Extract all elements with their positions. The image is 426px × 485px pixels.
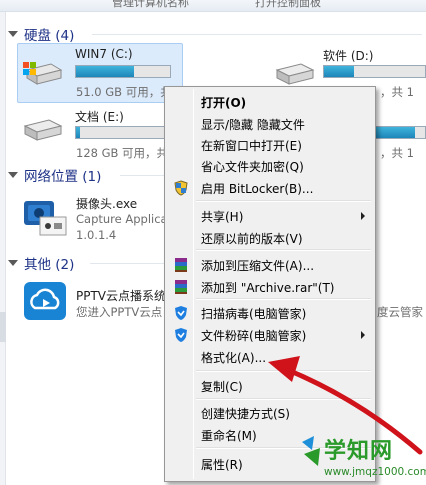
- menu-item-label: 打开(O): [201, 96, 247, 110]
- item-subtitle: Capture Applica: [76, 212, 168, 226]
- menu-item-label: 格式化(A)...: [201, 351, 267, 365]
- menu-item-label: 启用 BitLocker(B)...: [201, 182, 314, 196]
- menu-separator: [196, 249, 371, 251]
- collapse-triangle-icon[interactable]: [8, 172, 18, 178]
- watermark: 学知网 www.jmqz1000.com: [300, 430, 426, 485]
- group-divider: [120, 175, 164, 176]
- hard-drive-icon: [21, 116, 65, 147]
- drive-name: WIN7 (C:): [75, 47, 133, 61]
- drive-free-space: ，共 1: [380, 85, 414, 99]
- uac-shield-icon: [173, 180, 189, 196]
- context-menu: 打开(O) 显示/隐藏 隐藏文件 在新窗口中打开(E) 省心文件夹加密(Q) 启用 Bi…: [164, 86, 376, 482]
- menu-item-0[interactable]: 打开(O): [167, 91, 373, 113]
- group-title: 网络位置 (1): [24, 169, 102, 185]
- item-title: PPTV云点播系统: [76, 289, 167, 303]
- winrar-icon: [173, 279, 189, 295]
- tencent-shield-icon: [173, 305, 189, 321]
- group-title: 硬盘 (4): [24, 28, 75, 44]
- toolbar-item-control-panel[interactable]: 打开控制面板: [255, 0, 321, 10]
- menu-separator: [196, 398, 371, 400]
- menu-item-label: 在新窗口中打开(E): [201, 139, 302, 153]
- menu-item-label: 扫描病毒(电脑管家): [201, 307, 307, 321]
- menu-item-6[interactable]: 共享(H): [167, 205, 373, 227]
- menu-item-label: 复制(C): [201, 380, 243, 394]
- menu-item-label: 省心文件夹加密(Q): [201, 160, 304, 174]
- drive-name: 文档 (E:): [75, 110, 124, 124]
- menu-separator: [196, 370, 371, 372]
- drive-usage-bar: [75, 65, 171, 78]
- group-title: 其他 (2): [24, 257, 75, 273]
- menu-item-label: 添加到压缩文件(A)...: [201, 259, 315, 273]
- group-header-hard-disks[interactable]: 硬盘 (4): [8, 25, 75, 44]
- menu-item-18[interactable]: 创建快捷方式(S): [167, 402, 373, 424]
- menu-item-9[interactable]: 添加到压缩文件(A)...: [167, 254, 373, 276]
- submenu-arrow-icon: [361, 212, 365, 220]
- winrar-icon: [173, 257, 189, 273]
- collapse-triangle-icon[interactable]: [8, 31, 18, 37]
- drive-name: 软件 (D:): [323, 49, 374, 63]
- drive-usage-bar: [75, 126, 171, 139]
- menu-item-label: 重命名(M): [201, 429, 257, 443]
- menu-item-7[interactable]: 还原以前的版本(V): [167, 227, 373, 249]
- menu-item-12[interactable]: 扫描病毒(电脑管家): [167, 302, 373, 324]
- camera-app-icon: [22, 195, 70, 240]
- menu-item-label: 创建快捷方式(S): [201, 407, 290, 421]
- top-toolbar: 管理计算机名称 打开控制面板: [0, 0, 426, 12]
- menu-item-label: 还原以前的版本(V): [201, 232, 303, 246]
- pptv-cloud-icon: [24, 282, 66, 323]
- menu-item-1[interactable]: 显示/隐藏 隐藏文件: [167, 113, 373, 135]
- watermark-url: www.jmqz1000.com: [324, 466, 426, 478]
- windows-drive-icon: [21, 56, 65, 93]
- toolbar-item-system-properties[interactable]: 管理计算机名称: [112, 0, 189, 10]
- navigation-pane-edge: [0, 12, 6, 485]
- menu-item-label: 共享(H): [201, 210, 244, 224]
- group-divider: [92, 34, 422, 35]
- item-subtitle: 度云管家: [377, 305, 423, 319]
- watermark-logo-icon: [302, 436, 320, 466]
- group-divider: [90, 263, 164, 264]
- group-header-other[interactable]: 其他 (2): [8, 254, 75, 273]
- drive-free-space: ，共 1: [380, 146, 414, 160]
- menu-item-13[interactable]: 文件粉碎(电脑管家): [167, 324, 373, 346]
- menu-item-label: 添加到 "Archive.rar"(T): [201, 281, 335, 295]
- menu-item-4[interactable]: 启用 BitLocker(B)...: [167, 177, 373, 199]
- menu-item-label: 显示/隐藏 隐藏文件: [201, 118, 305, 132]
- menu-item-2[interactable]: 在新窗口中打开(E): [167, 134, 373, 156]
- tencent-shield-icon: [173, 327, 189, 343]
- item-subtitle: 您进入PPTV云点: [76, 305, 163, 319]
- menu-item-3[interactable]: 省心文件夹加密(Q): [167, 155, 373, 177]
- menu-item-16[interactable]: 复制(C): [167, 375, 373, 397]
- submenu-arrow-icon: [361, 331, 365, 339]
- menu-separator: [196, 298, 371, 300]
- menu-separator: [196, 200, 371, 202]
- menu-item-label: 文件粉碎(电脑管家): [201, 329, 307, 343]
- group-header-network[interactable]: 网络位置 (1): [8, 166, 102, 185]
- menu-item-14[interactable]: 格式化(A)...: [167, 346, 373, 368]
- collapse-triangle-icon[interactable]: [8, 260, 18, 266]
- watermark-title: 学知网: [324, 439, 394, 464]
- drive-usage-bar: [323, 65, 426, 78]
- item-version: 1.0.1.4: [76, 228, 117, 242]
- item-title: 摄像头.exe: [76, 197, 138, 211]
- menu-item-10[interactable]: 添加到 "Archive.rar"(T): [167, 276, 373, 298]
- menu-item-label: 属性(R): [201, 458, 243, 472]
